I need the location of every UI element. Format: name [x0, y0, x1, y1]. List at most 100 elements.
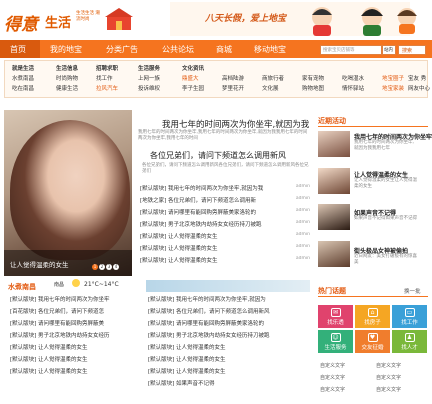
- activity-item-desc: 让人觉得温柔的女生让人觉得温柔的女生: [354, 178, 417, 189]
- cat-head-info[interactable]: 生活信息: [56, 64, 78, 72]
- cat-head-service[interactable]: 生活服务: [138, 64, 160, 72]
- list-item[interactable]: [默认版块] 请问哪里有能回购旁屏蔽美家洛轮的: [148, 319, 318, 328]
- news-title[interactable]: [默认版块] 我用七年的时间两次为你坐牢,就因为我: [140, 186, 263, 192]
- list-item[interactable]: [默认版块] 各位兄弟们，请问下频道怎么调用新风: [148, 307, 318, 316]
- hot-divider: [318, 296, 428, 297]
- news-title[interactable]: [地铁之家] 各位兄弟们，请问下频道怎么调用新: [140, 198, 256, 204]
- custom-link[interactable]: 自定义文字: [320, 386, 345, 393]
- cat-item[interactable]: 吃在南昌: [12, 84, 34, 92]
- nav-item-mobile[interactable]: 移动地宝: [254, 44, 286, 55]
- carousel-dot[interactable]: 2: [99, 264, 105, 270]
- custom-link[interactable]: 自定义文字: [376, 374, 401, 381]
- logo-text-a[interactable]: 得意: [4, 10, 38, 35]
- news-title[interactable]: [默认版块] 让人觉得温柔的女生: [140, 246, 218, 252]
- water-photo[interactable]: [146, 280, 310, 292]
- cat-item[interactable]: 健康生活: [56, 84, 78, 92]
- custom-link[interactable]: 自定义文字: [320, 374, 345, 381]
- news-row[interactable]: [地铁之家] 各位兄弟们，请问下频道怎么调用新 admin: [140, 196, 310, 205]
- cat-item[interactable]: 宝友 秀: [408, 74, 426, 82]
- list-item[interactable]: [默认版块] 让人觉得温柔的女生: [10, 355, 88, 363]
- cat-item[interactable]: 鼎盛大: [182, 74, 199, 82]
- list-item[interactable]: [默认版块] 让人觉得温柔的女生: [10, 343, 88, 351]
- cat-head-culture[interactable]: 文化资讯: [182, 64, 204, 72]
- cat-head-jobs[interactable]: 招聘求职: [96, 64, 118, 72]
- news-row[interactable]: [默认版块] 让人觉得温柔的女生 admin: [140, 232, 310, 241]
- custom-link[interactable]: 自定义文字: [376, 362, 401, 369]
- activity-title[interactable]: 近期活动: [318, 116, 346, 126]
- list-item[interactable]: [默认版块] 男子北京地铁内劫持女女经历持刀被跑: [148, 331, 318, 340]
- cat-item[interactable]: 时尚购物: [56, 74, 78, 82]
- nav-item-home[interactable]: 首页: [0, 40, 40, 58]
- logo-text-b[interactable]: 生活: [45, 12, 71, 31]
- headline-1[interactable]: 我用七年的时间两次为你坐牢,就因为我: [162, 118, 309, 130]
- list-item[interactable]: [默认版块] 我用七年的时间两次为你坐牢: [10, 295, 110, 303]
- list-item[interactable]: [默认版块] 我用七年的时间两次为你坐牢,就因为: [148, 295, 318, 304]
- water-title[interactable]: 水煮南昌: [8, 282, 36, 292]
- carousel-dot[interactable]: 1: [92, 264, 98, 270]
- news-title[interactable]: [默认版块] 让人觉得温柔的女生: [140, 234, 218, 240]
- cat-item[interactable]: 购物地图: [302, 84, 324, 92]
- activity-thumb[interactable]: [318, 241, 350, 267]
- list-item[interactable]: [百花版块] 各位兄弟们，请问下频道怎: [10, 307, 104, 315]
- cat-item[interactable]: 李子生园: [182, 84, 204, 92]
- cat-item[interactable]: 找工作: [96, 74, 113, 82]
- nav-item-mall[interactable]: 商城: [216, 44, 232, 55]
- tile-job[interactable]: ▭ 找工作: [392, 305, 427, 328]
- news-row[interactable]: [默认版块] 请问哪里有能回购旁屏蔽美家洛轮的 admin: [140, 208, 310, 217]
- tile-lottery[interactable]: ✉ 找乐透: [318, 305, 353, 328]
- carousel-dot[interactable]: 3: [106, 264, 112, 270]
- list-item[interactable]: [默认版块] 让人觉得温柔的女生: [148, 343, 318, 352]
- news-row[interactable]: [默认版块] 让人觉得温柔的女生 admin: [140, 244, 310, 253]
- tile-label: 找工作: [401, 320, 418, 326]
- list-item[interactable]: [默认版块] 让人觉得温柔的女生: [148, 367, 318, 376]
- news-author: admin: [295, 256, 310, 261]
- search-scope-select[interactable]: 站内: [382, 45, 396, 55]
- search-input[interactable]: 搜索宝贝店铺等: [320, 45, 382, 55]
- news-title[interactable]: [默认版块] 男子北京地铁内劫持女女经历持刀被跑: [140, 222, 262, 228]
- tile-dating[interactable]: ♥ 交友征婚: [355, 330, 390, 353]
- activity-thumb[interactable]: [318, 204, 350, 230]
- cat-item[interactable]: 商旅行者: [262, 74, 284, 82]
- list-item[interactable]: [默认版块] 如果声音不记得: [148, 379, 318, 388]
- news-title[interactable]: [默认版块] 请问哪里有能回购旁屏蔽美家洛轮的: [140, 210, 256, 216]
- custom-link[interactable]: 自定义文字: [320, 362, 345, 369]
- cat-item[interactable]: 上网一族: [138, 74, 160, 82]
- list-item[interactable]: [默认版块] 让人觉得温柔的女生: [148, 355, 318, 364]
- cat-item[interactable]: 梦里花开: [222, 84, 244, 92]
- search-button[interactable]: 搜索: [398, 45, 426, 55]
- list-item[interactable]: [默认版块] 男子北京地铁内劫持女女经历: [10, 331, 110, 339]
- news-row[interactable]: [默认版块] 我用七年的时间两次为你坐牢,就因为我 admin: [140, 184, 310, 193]
- news-author: admin: [295, 208, 310, 213]
- hot-title[interactable]: 热门话题: [318, 286, 346, 296]
- cat-item[interactable]: 高档陆游: [222, 74, 244, 82]
- news-title[interactable]: [默认版块] 让人觉得温柔的女生: [140, 258, 218, 264]
- tile-service[interactable]: ☺ 生活服务: [318, 330, 353, 353]
- news-row[interactable]: [默认版块] 男子北京地铁内劫持女女经历持刀被跑 admin: [140, 220, 310, 229]
- hero-caption[interactable]: 让人觉得温柔的女生: [10, 259, 69, 269]
- cat-item[interactable]: 地宝家装: [382, 84, 404, 92]
- cat-item[interactable]: 家有宠物: [302, 74, 324, 82]
- custom-link[interactable]: 自定义文字: [376, 386, 401, 393]
- cat-item[interactable]: 文化展: [262, 84, 279, 92]
- activity-thumb[interactable]: [318, 168, 350, 194]
- nav-item-my[interactable]: 我的地宝: [50, 44, 82, 55]
- nav-item-forum[interactable]: 公共论坛: [162, 44, 194, 55]
- cat-item[interactable]: 吃喝湿水: [342, 74, 364, 82]
- hot-more-link[interactable]: 换一批: [404, 287, 421, 295]
- cat-item[interactable]: 水煮南昌: [12, 74, 34, 82]
- activity-thumb[interactable]: [318, 131, 350, 157]
- news-row[interactable]: [默认版块] 让人觉得温柔的女生 admin: [140, 256, 310, 265]
- cat-item[interactable]: 网友中心: [408, 84, 430, 92]
- list-item[interactable]: [默认版块] 请问哪里有能回购旁屏蔽美: [10, 319, 104, 327]
- cat-item[interactable]: 情怀驿站: [342, 84, 364, 92]
- cat-head-life[interactable]: 就是生活: [12, 64, 34, 72]
- headline-2[interactable]: 各位兄弟们，请问下频道怎么调用新风: [150, 150, 286, 161]
- cat-item[interactable]: 拉风汽车: [96, 84, 118, 92]
- tile-talent[interactable]: ♟ 找人才: [392, 330, 427, 353]
- cat-item[interactable]: 地宝圈子: [382, 74, 404, 82]
- carousel-dot[interactable]: 4: [113, 264, 119, 270]
- cat-item[interactable]: 投诉维权: [138, 84, 160, 92]
- tile-house[interactable]: ⌂ 找房子: [355, 305, 390, 328]
- list-item[interactable]: [默认版块] 让人觉得温柔的女生: [10, 367, 88, 375]
- nav-item-classified[interactable]: 分类广告: [106, 44, 138, 55]
